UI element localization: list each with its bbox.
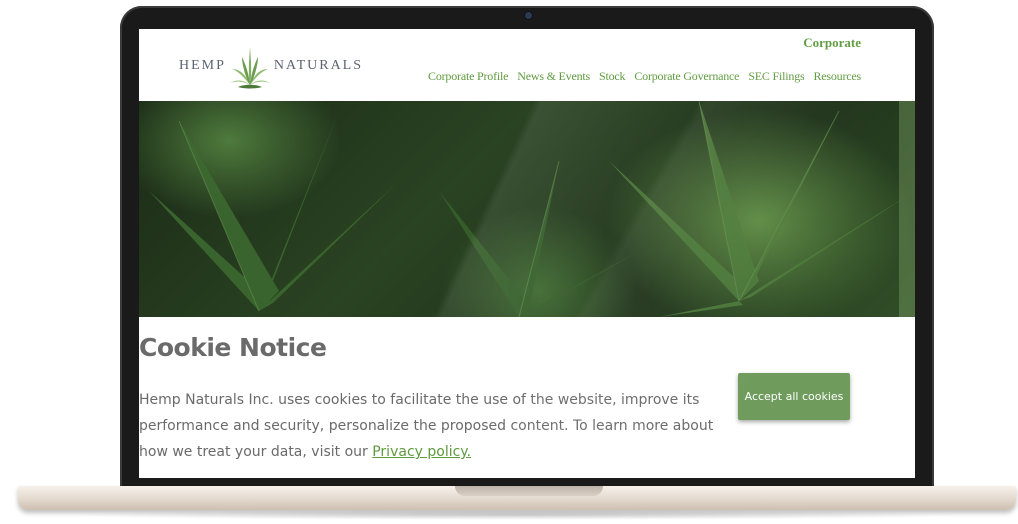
laptop-shadow [60, 510, 970, 520]
nav-item-resources[interactable]: Resources [813, 69, 861, 84]
nav-item-news-events[interactable]: News & Events [517, 69, 590, 84]
corporate-link[interactable]: Corporate [803, 35, 861, 51]
laptop-notch [455, 486, 603, 496]
hero-reflection [139, 101, 915, 317]
main-nav: Corporate Profile News & Events Stock Co… [428, 69, 861, 84]
nav-item-corporate-profile[interactable]: Corporate Profile [428, 69, 508, 84]
privacy-policy-link[interactable]: Privacy policy. [372, 444, 471, 460]
nav-item-sec-filings[interactable]: SEC Filings [748, 69, 804, 84]
nav-item-corporate-governance[interactable]: Corporate Governance [634, 69, 739, 84]
browser-viewport: Corporate HEMP NATURALS Corporate Profil… [139, 29, 915, 478]
webcam-icon [525, 12, 532, 19]
hero-banner-image [139, 101, 915, 317]
cookie-notice-text: Hemp Naturals Inc. uses cookies to facil… [139, 387, 739, 465]
hemp-naturals-logo[interactable]: HEMP NATURALS [179, 39, 363, 93]
hemp-leaf-icon [229, 47, 270, 89]
accept-all-cookies-button[interactable]: Accept all cookies [738, 373, 850, 420]
cookie-notice-banner: Cookie Notice Hemp Naturals Inc. uses co… [139, 317, 915, 478]
site-header: Corporate HEMP NATURALS Corporate Profil… [139, 29, 915, 101]
logo-right-text: NATURALS [273, 58, 364, 73]
logo-left-text: HEMP [179, 58, 226, 73]
cookie-notice-title: Cookie Notice [139, 333, 327, 362]
nav-item-stock[interactable]: Stock [599, 69, 626, 84]
